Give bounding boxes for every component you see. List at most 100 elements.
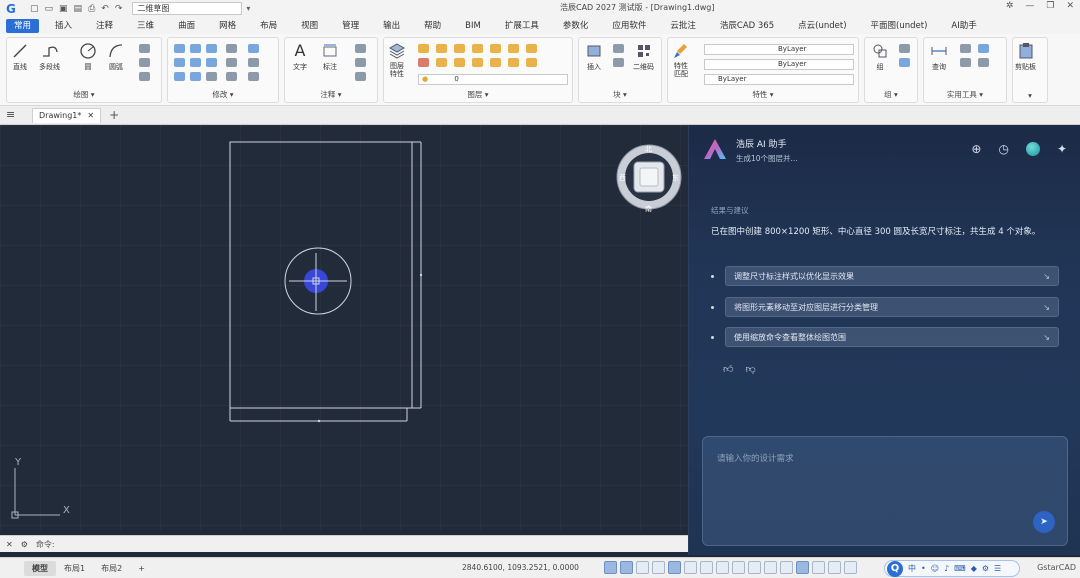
layer-isolate-icon[interactable] — [436, 44, 447, 53]
suggestion-item[interactable]: 使用缩放命令查看整体绘图范围 ↘ — [711, 327, 1059, 347]
panel-clipboard-title[interactable]: ▾ — [1013, 91, 1047, 100]
quick-select-icon[interactable] — [978, 58, 989, 67]
suggestion-button[interactable]: 使用缩放命令查看整体绘图范围 ↘ — [725, 327, 1059, 347]
gear-icon[interactable]: ⚙ — [21, 540, 28, 549]
snap-toggle-icon[interactable] — [620, 561, 633, 574]
compass-north[interactable]: 北 — [645, 145, 652, 153]
ribbon-tab[interactable]: 管理 — [334, 19, 367, 33]
explode-icon[interactable] — [190, 72, 201, 81]
polar-toggle-icon[interactable] — [652, 561, 665, 574]
app-logo-icon[interactable]: G — [6, 2, 20, 16]
color-select[interactable]: ByLayer — [704, 44, 854, 55]
layer-unisolate-icon[interactable] — [418, 58, 429, 67]
ribbon-tab[interactable]: 曲面 — [170, 19, 203, 33]
ribbon-tab[interactable]: 云批注 — [662, 19, 704, 33]
panel-properties-title[interactable]: 特性 ▾ — [668, 89, 858, 100]
ribbon-tab[interactable]: 帮助 — [416, 19, 449, 33]
group-select-icon[interactable] — [899, 58, 910, 67]
paste-tool[interactable]: 剪贴板 — [1015, 42, 1036, 72]
mirror-icon[interactable] — [190, 58, 201, 67]
panel-group-title[interactable]: 组 ▾ — [865, 89, 917, 100]
panel-layers-title[interactable]: 图层 ▾ — [384, 89, 572, 100]
history-icon[interactable]: ◷ — [998, 142, 1008, 156]
sparkle-icon[interactable]: ✦ — [1057, 142, 1067, 156]
compass-east[interactable]: 东 — [672, 173, 679, 182]
ribbon-tab[interactable]: 插入 — [47, 19, 80, 33]
workspace-toggle-icon[interactable] — [796, 561, 809, 574]
viewcube[interactable]: 北 南 西 东 — [616, 144, 682, 213]
ribbon-tab[interactable]: 应用软件 — [604, 19, 654, 33]
layer-state-icon[interactable] — [418, 44, 429, 53]
move-icon[interactable] — [174, 44, 185, 53]
menu-icon[interactable]: ≡ — [6, 109, 18, 120]
ribbon-tab[interactable]: 扩展工具 — [497, 19, 547, 33]
close-tab-icon[interactable]: ✕ — [87, 109, 94, 123]
join-icon[interactable] — [248, 72, 259, 81]
layer-walk-icon[interactable] — [526, 44, 537, 53]
lineweight-toggle-icon[interactable] — [732, 561, 745, 574]
close-icon[interactable]: ✕ — [1066, 1, 1074, 11]
hardware-acceleration-icon[interactable] — [828, 561, 841, 574]
layer-freeze-icon[interactable] — [472, 44, 483, 53]
hatch-icon[interactable] — [139, 58, 150, 67]
leader-icon[interactable] — [355, 58, 366, 67]
clean-screen-icon[interactable] — [844, 561, 857, 574]
scale-icon[interactable] — [206, 58, 217, 67]
list-icon[interactable] — [978, 44, 989, 53]
thumbs-up-icon[interactable]: 👍︎ — [723, 363, 733, 375]
chinese-mode-icon[interactable]: 中 — [908, 563, 916, 574]
settings-icon[interactable]: ⚙ — [982, 564, 989, 573]
compass-west[interactable]: 西 — [619, 174, 626, 182]
ortho-toggle-icon[interactable] — [636, 561, 649, 574]
minimize-icon[interactable]: — — [1025, 1, 1034, 11]
ribbon-tab[interactable]: 注释 — [88, 19, 121, 33]
stretch-icon[interactable] — [206, 44, 217, 53]
ellipse-icon[interactable] — [139, 72, 150, 81]
layer-off-icon[interactable] — [454, 44, 465, 53]
new-file-icon[interactable]: ▢ — [30, 4, 39, 14]
ribbon-tab[interactable]: 参数化 — [555, 19, 597, 33]
ribbon-tab[interactable]: 输出 — [375, 19, 408, 33]
new-chat-icon[interactable]: ⊕ — [971, 142, 981, 156]
new-tab-icon[interactable]: + — [109, 108, 119, 122]
measure-tool[interactable]: 查询 — [930, 42, 948, 72]
polyline-tool[interactable]: 多段线 — [39, 42, 60, 72]
qrcode-tool[interactable]: 二维码 — [633, 42, 654, 72]
osnap-toggle-icon[interactable] — [668, 561, 681, 574]
input-method-logo-icon[interactable]: Q — [887, 560, 903, 577]
linetype-select[interactable]: ByLayer — [704, 59, 854, 70]
doc-tab-drawing1[interactable]: Drawing1* ✕ — [32, 107, 102, 123]
ribbon-tab[interactable]: 三维 — [129, 19, 162, 33]
drawing-canvas[interactable]: Y X 北 南 西 东 — [0, 125, 688, 530]
layer-delete-icon[interactable] — [526, 58, 537, 67]
grid-toggle-icon[interactable] — [604, 561, 617, 574]
current-layer-select[interactable]: ● 0 — [418, 74, 568, 85]
fillet-icon[interactable] — [248, 58, 259, 67]
panel-modify-title[interactable]: 修改 ▾ — [168, 89, 278, 100]
layer-match-icon[interactable] — [508, 44, 519, 53]
chevron-down-icon[interactable]: ▾ — [246, 4, 250, 13]
suggestion-item[interactable]: 调整尺寸标注样式以优化显示效果 ↘ — [711, 266, 1059, 286]
group-tool[interactable]: 组 — [871, 42, 889, 72]
command-input[interactable]: 命令: — [36, 538, 656, 551]
help-icon[interactable]: ✲ — [1006, 1, 1014, 11]
ribbon-tab[interactable]: 网格 — [211, 19, 244, 33]
compass-south[interactable]: 南 — [645, 204, 652, 213]
suggestion-button[interactable]: 将图形元素移动至对应图层进行分类管理 ↘ — [725, 297, 1059, 317]
keyboard-icon[interactable]: ⌨ — [954, 564, 966, 573]
more-icon[interactable]: ☰ — [994, 564, 1001, 573]
model-tab[interactable]: 模型 — [24, 560, 56, 576]
layer-move-icon[interactable] — [248, 44, 259, 53]
panel-draw-title[interactable]: 绘图 ▾ — [7, 89, 161, 100]
layer-current-icon[interactable] — [490, 58, 501, 67]
maximize-icon[interactable]: ❐ — [1046, 1, 1054, 11]
layer-thaw-icon[interactable] — [454, 58, 465, 67]
save-as-icon[interactable]: ▤ — [74, 4, 83, 14]
dimension-tool[interactable]: 标注 — [321, 42, 339, 72]
text-tool[interactable]: A 文字 — [291, 42, 309, 72]
insert-block-tool[interactable]: 插入 — [585, 42, 603, 72]
selection-cycling-toggle-icon[interactable] — [764, 561, 777, 574]
close-cmd-icon[interactable]: ✕ — [6, 540, 13, 549]
viewcube-top-face[interactable] — [639, 167, 659, 187]
layout2-tab[interactable]: 布局2 — [93, 561, 130, 576]
